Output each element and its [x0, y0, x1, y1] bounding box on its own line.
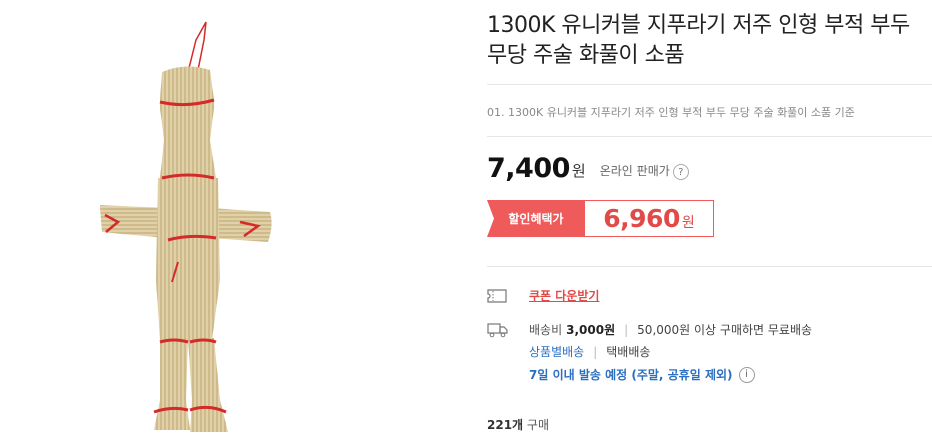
discount-price-box: 6,960 원: [585, 200, 714, 237]
shipping-method-label[interactable]: 상품별배송: [529, 343, 584, 360]
discount-row: 할인혜택가 6,960 원: [487, 200, 714, 237]
product-subtext: 01. 1300K 유니커블 지푸라기 저주 인형 부적 부두 무당 주술 화풀…: [487, 106, 855, 119]
discount-amount: 6,960: [603, 204, 680, 233]
discount-label: 할인혜택가: [487, 200, 585, 237]
coupon-download-link[interactable]: 쿠폰 다운받기: [529, 287, 599, 304]
title-line-2: 무당 주술 화풀이 소품: [487, 43, 685, 68]
divider: [487, 84, 932, 85]
discount-unit: 원: [681, 214, 695, 231]
divider: [487, 136, 932, 137]
shipping-method-row: 상품별배송 | 택배배송: [529, 343, 651, 360]
shipping-fee-value: 3,000원: [566, 323, 616, 337]
free-shipping-condition: 50,000원 이상 구매하면 무료배송: [637, 323, 813, 337]
product-image[interactable]: [0, 0, 470, 443]
help-icon[interactable]: ?: [672, 164, 689, 180]
sales-count: 221개 구매: [487, 416, 549, 433]
truck-icon: [487, 322, 509, 338]
shipping-method-value: 택배배송: [606, 345, 651, 359]
sales-count-label: 구매: [526, 418, 550, 432]
divider: [487, 266, 932, 267]
title-line-1: 1300K 유니커블 지푸라기 저주 인형 부적 부두: [487, 13, 910, 38]
product-title: 1300K 유니커블 지푸라기 저주 인형 부적 부두 무당 주술 화풀이 소품: [487, 11, 932, 71]
price-note: 온라인 판매가: [599, 164, 670, 178]
straw-doll-image: [100, 21, 272, 432]
coupon-icon: [487, 288, 509, 303]
shipping-schedule: 7일 이내 발송 예정 (주말, 공휴일 제외): [529, 368, 733, 382]
coupon-row: 쿠폰 다운받기: [487, 287, 599, 304]
info-icon[interactable]: i: [738, 366, 755, 383]
shipping-fee-label: 배송비: [529, 323, 563, 337]
product-info: 1300K 유니커블 지푸라기 저주 인형 부적 부두 무당 주술 화풀이 소품…: [487, 0, 932, 443]
sales-count-value: 221개: [487, 418, 524, 432]
shipping-schedule-row: 7일 이내 발송 예정 (주말, 공휴일 제외) i: [529, 366, 755, 383]
price-unit: 원: [571, 162, 586, 180]
shipping-fee-row: 배송비 3,000원 | 50,000원 이상 구매하면 무료배송: [487, 321, 812, 338]
price-row: 7,400 원 온라인 판매가 ?: [487, 152, 689, 184]
price-amount: 7,400: [487, 153, 570, 184]
